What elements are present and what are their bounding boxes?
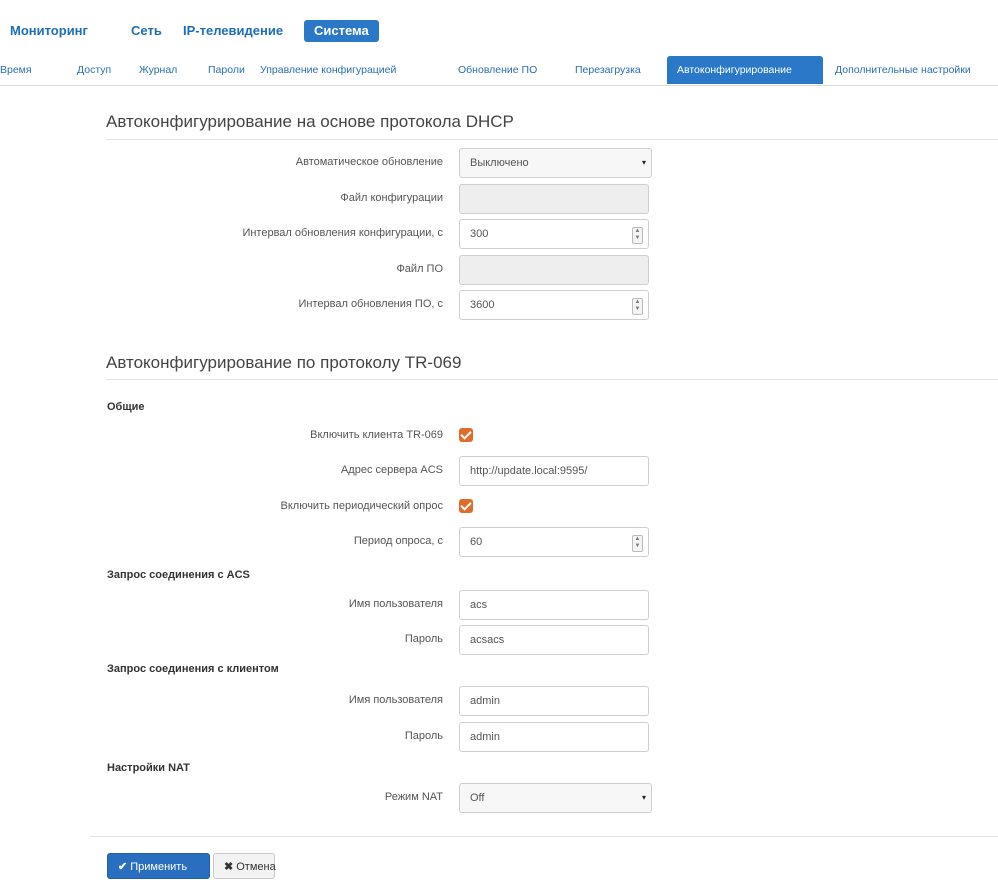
tr069-section-title: Автоконфигурирование по протоколу TR-069 bbox=[106, 353, 462, 372]
inform-period-label: Период опроса, с bbox=[353, 535, 443, 547]
acs-address-value: http://update.local:9595/ bbox=[470, 465, 588, 477]
spinner-arrows-icon[interactable]: ▲ ▼ bbox=[632, 535, 643, 552]
auto-update-select[interactable]: Выключено ▾ bbox=[459, 148, 652, 178]
top-navigation: Мониторинг Сеть IP-телевидение Система bbox=[0, 0, 998, 44]
config-interval-label: Интервал обновления конфигурации, с bbox=[242, 227, 443, 239]
spinner-arrows-icon[interactable]: ▲ ▼ bbox=[632, 227, 643, 244]
cancel-button[interactable]: ✖ Отмена bbox=[213, 853, 276, 879]
check-icon: ✔ bbox=[118, 861, 128, 873]
general-group-label: Общие bbox=[107, 401, 145, 413]
apply-button-label: Применить bbox=[130, 861, 188, 873]
acs-password-value: acsacs bbox=[470, 634, 505, 646]
client-username-label: Имя пользователя bbox=[348, 694, 443, 706]
x-icon: ✖ bbox=[224, 861, 234, 873]
tab-autoconfiguration[interactable]: Автоконфигурирование bbox=[667, 56, 823, 84]
nav-iptv[interactable]: IP-телевидение bbox=[173, 20, 293, 42]
nat-group-label: Настройки NAT bbox=[107, 762, 190, 774]
tab-log[interactable]: Журнал bbox=[129, 56, 187, 84]
client-request-group-label: Запрос соединения с клиентом bbox=[107, 663, 279, 675]
enable-client-label: Включить клиента TR-069 bbox=[310, 429, 443, 441]
dhcp-section-title: Автоконфигурирование на основе протокола… bbox=[106, 112, 514, 131]
form-footer-divider bbox=[90, 836, 998, 837]
tab-access[interactable]: Доступ bbox=[67, 56, 121, 84]
acs-password-label: Пароль bbox=[404, 633, 443, 645]
tab-reboot[interactable]: Перезагрузка bbox=[565, 56, 651, 84]
nat-mode-label: Режим NAT bbox=[384, 791, 443, 803]
tab-firmware-update[interactable]: Обновление ПО bbox=[448, 56, 547, 84]
firmware-interval-input[interactable]: 3600 ▲ ▼ bbox=[459, 290, 649, 320]
nat-mode-select[interactable]: Off ▾ bbox=[459, 783, 652, 813]
acs-address-label: Адрес сервера ACS bbox=[340, 464, 443, 476]
sub-navigation: Время Доступ Журнал Пароли Управление ко… bbox=[0, 56, 998, 84]
tab-config-management[interactable]: Управление конфигурацией bbox=[250, 56, 406, 84]
acs-username-label: Имя пользователя bbox=[348, 598, 443, 610]
config-file-label: Файл конфигурации bbox=[340, 192, 443, 204]
acs-address-input[interactable]: http://update.local:9595/ bbox=[459, 456, 649, 486]
firmware-interval-value: 3600 bbox=[470, 299, 495, 311]
tab-time[interactable]: Время bbox=[0, 56, 42, 84]
acs-request-group-label: Запрос соединения с ACS bbox=[107, 569, 250, 581]
inform-period-input[interactable]: 60 ▲ ▼ bbox=[459, 527, 649, 557]
client-username-input[interactable]: admin bbox=[459, 686, 649, 716]
tab-passwords[interactable]: Пароли bbox=[198, 56, 255, 84]
cancel-button-label: Отмена bbox=[236, 861, 276, 873]
nav-system[interactable]: Система bbox=[304, 20, 379, 42]
acs-username-value: acs bbox=[470, 599, 488, 611]
periodic-inform-checkbox[interactable] bbox=[459, 499, 473, 513]
periodic-inform-label: Включить периодический опрос bbox=[280, 500, 444, 512]
spinner-arrows-icon[interactable]: ▲ ▼ bbox=[632, 298, 643, 315]
auto-update-value: Выключено bbox=[470, 157, 529, 169]
select-arrow-icon: ▾ bbox=[642, 158, 647, 167]
config-file-field[interactable] bbox=[459, 184, 649, 214]
nat-mode-value: Off bbox=[470, 792, 485, 804]
firmware-interval-label: Интервал обновления ПО, с bbox=[298, 298, 444, 310]
config-interval-value: 300 bbox=[470, 228, 489, 240]
dhcp-section-divider bbox=[106, 139, 998, 140]
select-arrow-icon: ▾ bbox=[642, 793, 647, 802]
config-interval-input[interactable]: 300 ▲ ▼ bbox=[459, 219, 649, 249]
subnav-divider bbox=[0, 85, 998, 86]
tr069-section-divider bbox=[106, 379, 998, 380]
enable-client-checkbox[interactable] bbox=[459, 428, 473, 442]
client-password-value: admin bbox=[470, 731, 500, 743]
firmware-file-field[interactable] bbox=[459, 255, 649, 285]
client-password-label: Пароль bbox=[404, 730, 443, 742]
apply-button[interactable]: ✔ Применить bbox=[107, 853, 210, 879]
client-username-value: admin bbox=[470, 695, 500, 707]
firmware-file-label: Файл ПО bbox=[396, 263, 443, 275]
nav-network[interactable]: Сеть bbox=[121, 20, 172, 42]
tab-additional-settings[interactable]: Дополнительные настройки bbox=[825, 56, 981, 84]
auto-update-label: Автоматическое обновление bbox=[295, 156, 443, 168]
nav-monitoring[interactable]: Мониторинг bbox=[0, 20, 98, 42]
inform-period-value: 60 bbox=[470, 536, 483, 548]
acs-password-input[interactable]: acsacs bbox=[459, 625, 649, 655]
acs-username-input[interactable]: acs bbox=[459, 590, 649, 620]
client-password-input[interactable]: admin bbox=[459, 722, 649, 752]
